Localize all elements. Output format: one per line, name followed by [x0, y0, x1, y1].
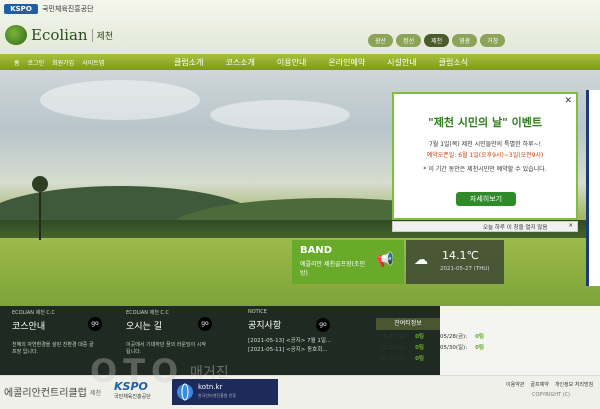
main-nav: 홈 로그인 회원가입 사이트맵 클럽소개 코스소개 이용안내 온라인예약 시설안…: [0, 54, 600, 70]
course-card[interactable]: ECOLIAN 제천 C.C 코스안내 천혜의 자연환경을 살린 친환경 대중 …: [12, 309, 94, 356]
popup-footer: 오늘 하루 이 창을 열지 않음 ✕: [392, 221, 578, 232]
cert-title: kotn.kr: [198, 383, 223, 391]
notice-kicker: NOTICE: [248, 309, 267, 315]
cloud-shape: [40, 80, 200, 120]
copyright: COPYRIGHT (C): [532, 392, 571, 398]
tee-list-left: 05/27(목): 0팀 05/29(토): 0팀 05/31(월): 0팀: [380, 332, 424, 365]
brand-sub: 제천: [91, 28, 113, 42]
notice-go-button[interactable]: go: [316, 318, 330, 332]
weather-widget: ☁ 14.1℃ 2021-05-27 (THU): [406, 240, 504, 284]
band-title: BAND: [300, 245, 333, 256]
card-title: 오시는 길: [126, 322, 162, 332]
weather-temp: 14.1℃: [442, 249, 479, 262]
site-tab-geochang[interactable]: 거창: [480, 34, 506, 47]
ecolian-logo-icon: [5, 25, 27, 45]
directions-card[interactable]: ECOLIAN 제천 C.C 오시는 길 이곳에서 기대하던 꿈의 라운딩이 시…: [126, 309, 208, 356]
site-logo[interactable]: Ecolian 제천: [5, 25, 113, 45]
login-link[interactable]: 로그인: [28, 58, 45, 67]
site-tab-jeongseon[interactable]: 정선: [396, 34, 422, 47]
cloud-shape: [210, 100, 350, 130]
site-tab-gwangsan[interactable]: 광산: [368, 34, 394, 47]
menu-reservation[interactable]: 온라인예약: [328, 57, 365, 68]
tee-row[interactable]: 05/27(목): 0팀: [380, 332, 424, 343]
popup-close-icon[interactable]: ✕: [564, 96, 572, 106]
popup-reservation-period: 예약오픈일: 6월 1일(오후9시)~3일(오전9시): [426, 152, 544, 159]
kspo-name: 국민체육진흥공단: [114, 394, 151, 400]
privacy-link[interactable]: 개인정보 처리방침: [555, 381, 593, 388]
dont-show-today-link[interactable]: 오늘 하루 이 창을 열지 않음: [483, 223, 547, 231]
kspo-name: 국민체육진흥공단: [42, 5, 94, 13]
menu-course[interactable]: 코스소개: [225, 57, 254, 68]
kspo-brand[interactable]: KSPO 국민체육진흥공단: [4, 4, 94, 14]
notice-list: [2021-05-13] <공지> 7월 1일... [2021-05-11] …: [248, 337, 331, 355]
popup-note: * 이 기간 동안은 제천시민만 예약할 수 있습니다.: [423, 166, 547, 173]
popup-footer-close-icon[interactable]: ✕: [568, 223, 573, 229]
megaphone-icon: 📢: [376, 252, 394, 268]
course-go-button[interactable]: go: [88, 317, 102, 331]
notice-item[interactable]: [2021-05-11] <공지> 동호회...: [248, 346, 331, 355]
popup-detail-button[interactable]: 자세히보기: [456, 192, 516, 206]
signup-link[interactable]: 회원가입: [52, 58, 74, 67]
notice-item[interactable]: [2021-05-13] <공지> 7월 1일...: [248, 337, 331, 346]
footer-brand: 에콜리안컨트리클럽: [4, 388, 87, 399]
tee-row[interactable]: 05/30(일): 0팀: [440, 343, 484, 354]
card-kicker: ECOLIAN 제천 C.C: [12, 310, 55, 316]
tee-row[interactable]: 05/29(토): 0팀: [380, 343, 424, 354]
menu-news[interactable]: 클럽소식: [439, 57, 468, 68]
weather-date: 2021-05-27 (THU): [440, 266, 490, 272]
watermark-sub: 매거진: [190, 365, 229, 381]
footer-links: 이용약관 골프예약 개인정보 처리방침: [506, 381, 593, 388]
side-banner[interactable]: [586, 90, 600, 286]
card-kicker: ECOLIAN 제천 C.C: [126, 310, 169, 316]
menu-usage[interactable]: 이용안내: [277, 57, 306, 68]
cert-badge[interactable]: kotn.kr 한국인터넷진흥원 인증: [172, 379, 278, 405]
util-links: 홈 로그인 회원가입 사이트맵: [14, 58, 104, 67]
site-tab-yeonggwang[interactable]: 영광: [452, 34, 478, 47]
tee-info-title: 잔여티정보: [376, 318, 440, 330]
popup-text: 7월 1일(목) 제천 시민들만의 특별한 하루~!: [428, 141, 542, 148]
card-desc: 천혜의 자연환경을 살린 친환경 대중 골프장 입니다.: [12, 342, 94, 355]
watermark: OTO: [90, 352, 185, 390]
menu-facilities[interactable]: 시설안내: [387, 57, 416, 68]
tee-row[interactable]: 05/31(월): 0팀: [380, 354, 424, 365]
kspo-logo: KSPO: [4, 4, 38, 14]
band-banner[interactable]: BAND 에콜리안 제천골프장(조인방) 📢: [292, 240, 404, 284]
golf-reservation-link[interactable]: 골프예약: [530, 381, 548, 388]
tee-list-right: 05/28(금): 0팀 05/30(일): 0팀: [440, 332, 484, 354]
notice-card: NOTICE 공지사항 [2021-05-13] <공지> 7월 1일... […: [248, 309, 331, 355]
band-subtitle: 에콜리안 제천골프장(조인방): [300, 261, 365, 277]
popup-title: "제천 시민의 날" 이벤트: [427, 116, 543, 129]
tee-info: 잔여티정보: [376, 318, 440, 330]
site-tab-jecheon[interactable]: 제천: [424, 34, 450, 47]
cert-sub: 한국인터넷진흥원 인증: [198, 393, 237, 398]
header: KSPO 국민체육진흥공단 Ecolian 제천 광산 정선 제천 영광 거창: [0, 0, 600, 54]
directions-go-button[interactable]: go: [198, 317, 212, 331]
terms-link[interactable]: 이용약관: [506, 381, 524, 388]
event-popup: ✕ "제천 시민의 날" 이벤트 7월 1일(목) 제천 시민들만의 특별한 하…: [392, 92, 578, 220]
brand-name: Ecolian: [31, 26, 88, 44]
sitemap-link[interactable]: 사이트맵: [82, 58, 104, 67]
card-title: 코스안내: [12, 322, 46, 332]
tree-icon: [32, 176, 48, 240]
menu-club-intro[interactable]: 클럽소개: [174, 57, 203, 68]
tee-row[interactable]: 05/28(금): 0팀: [440, 332, 484, 343]
menu: 클럽소개 코스소개 이용안내 온라인예약 시설안내 클럽소식: [174, 57, 468, 68]
site-switcher: 광산 정선 제천 영광 거창: [368, 34, 506, 47]
tee-availability: 05/27(목): 0팀 05/29(토): 0팀 05/31(월): 0팀 05/2…: [380, 306, 600, 375]
home-link[interactable]: 홈: [14, 58, 20, 67]
cloud-icon: ☁: [414, 252, 428, 268]
